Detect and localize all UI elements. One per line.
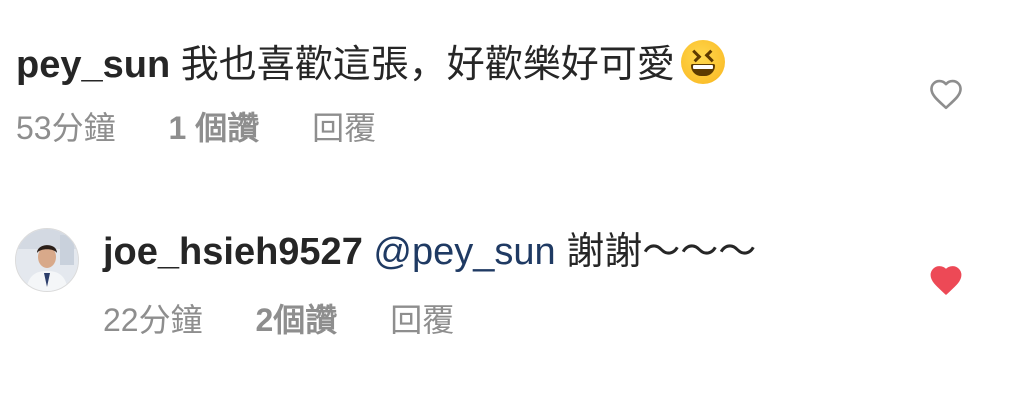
reply-button[interactable]: 回覆 xyxy=(390,302,454,338)
comment-text: 我也喜歡這張，好歡樂好可愛 xyxy=(180,44,675,86)
comment-likes[interactable]: 2個讚 xyxy=(256,302,338,338)
grinning-squinting-face-emoji-icon xyxy=(680,40,725,84)
comment-text: 謝謝～～～ xyxy=(566,231,757,273)
mention-link[interactable]: @pey_sun xyxy=(373,231,555,273)
comment-meta: 22分鐘 2個讚 回覆 xyxy=(103,300,454,340)
comment-body: joe_hsieh9527 @pey_sun 謝謝～～～ xyxy=(103,228,756,276)
comment-username[interactable]: joe_hsieh9527 xyxy=(103,231,363,273)
comment: pey_sun 我也喜歡這張，好歡樂好可愛 53分鐘 1 個讚 回覆 xyxy=(0,0,1024,180)
comment-username[interactable]: pey_sun xyxy=(16,44,170,86)
avatar[interactable] xyxy=(15,228,79,292)
heart-outline-icon[interactable] xyxy=(928,78,964,110)
comment-likes[interactable]: 1 個讚 xyxy=(169,110,260,146)
heart-filled-icon[interactable] xyxy=(928,264,964,296)
avatar-photo xyxy=(16,229,78,291)
comment-time: 53分鐘 xyxy=(16,110,116,146)
comment-reply: joe_hsieh9527 @pey_sun 謝謝～～～ 22分鐘 2個讚 回覆 xyxy=(0,200,1024,400)
comment-body: pey_sun 我也喜歡這張，好歡樂好可愛 xyxy=(16,40,725,89)
reply-button[interactable]: 回覆 xyxy=(312,110,376,146)
comment-time: 22分鐘 xyxy=(103,302,203,338)
comment-meta: 53分鐘 1 個讚 回覆 xyxy=(16,108,376,148)
